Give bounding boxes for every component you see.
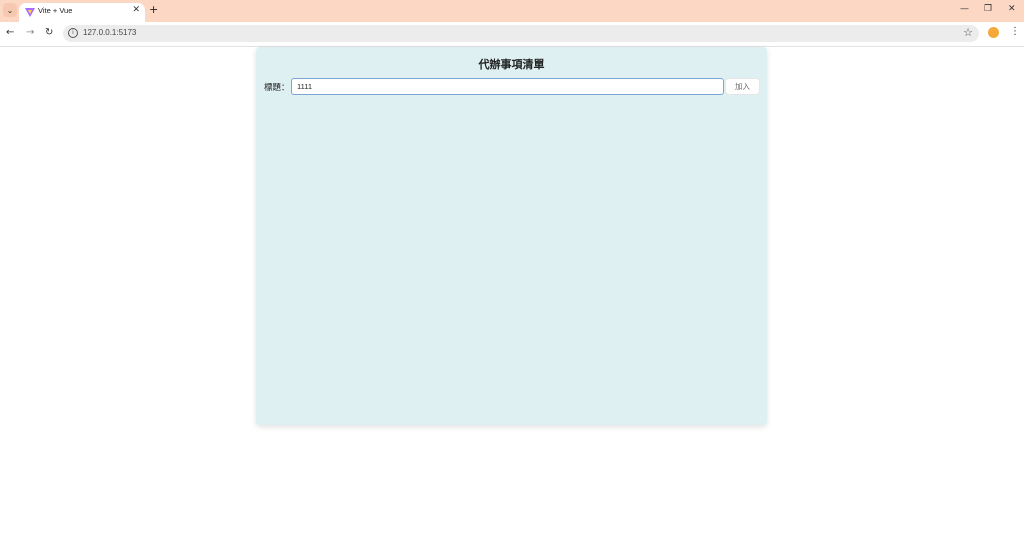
add-button[interactable]: 加入 bbox=[725, 78, 760, 95]
page-title: 代辦事項清單 bbox=[478, 58, 545, 71]
new-tab-button[interactable]: + bbox=[149, 3, 158, 16]
tab-strip: ⌄ Vite + Vue ✕ + — ❐ ✕ bbox=[0, 0, 1024, 22]
profile-avatar-icon[interactable] bbox=[988, 27, 999, 38]
tab-title: Vite + Vue bbox=[38, 6, 73, 15]
tab-search-icon[interactable]: ⌄ bbox=[3, 3, 17, 17]
reload-icon[interactable]: ↻ bbox=[45, 27, 53, 38]
back-icon[interactable]: ← bbox=[6, 27, 14, 38]
site-info-icon[interactable]: i bbox=[68, 28, 78, 38]
vite-logo-icon bbox=[25, 8, 35, 17]
browser-tab[interactable]: Vite + Vue ✕ bbox=[19, 3, 145, 22]
bookmark-star-icon[interactable]: ☆ bbox=[963, 26, 973, 39]
tab-close-icon[interactable]: ✕ bbox=[132, 5, 140, 15]
browser-toolbar: ← → ↻ i 127.0.0.1:5173 ☆ ⋮ bbox=[0, 22, 1024, 47]
title-label: 標題： bbox=[264, 83, 290, 93]
title-input[interactable] bbox=[291, 78, 724, 95]
address-url: 127.0.0.1:5173 bbox=[83, 28, 137, 37]
minimize-icon[interactable]: — bbox=[960, 4, 969, 14]
forward-icon[interactable]: → bbox=[26, 27, 34, 38]
restore-icon[interactable]: ❐ bbox=[984, 4, 992, 14]
menu-kebab-icon[interactable]: ⋮ bbox=[1010, 26, 1020, 37]
todo-card: 代辦事項清單 標題： 加入 bbox=[256, 47, 767, 425]
address-bar[interactable]: i 127.0.0.1:5173 ☆ bbox=[63, 25, 979, 42]
close-window-icon[interactable]: ✕ bbox=[1008, 4, 1016, 14]
